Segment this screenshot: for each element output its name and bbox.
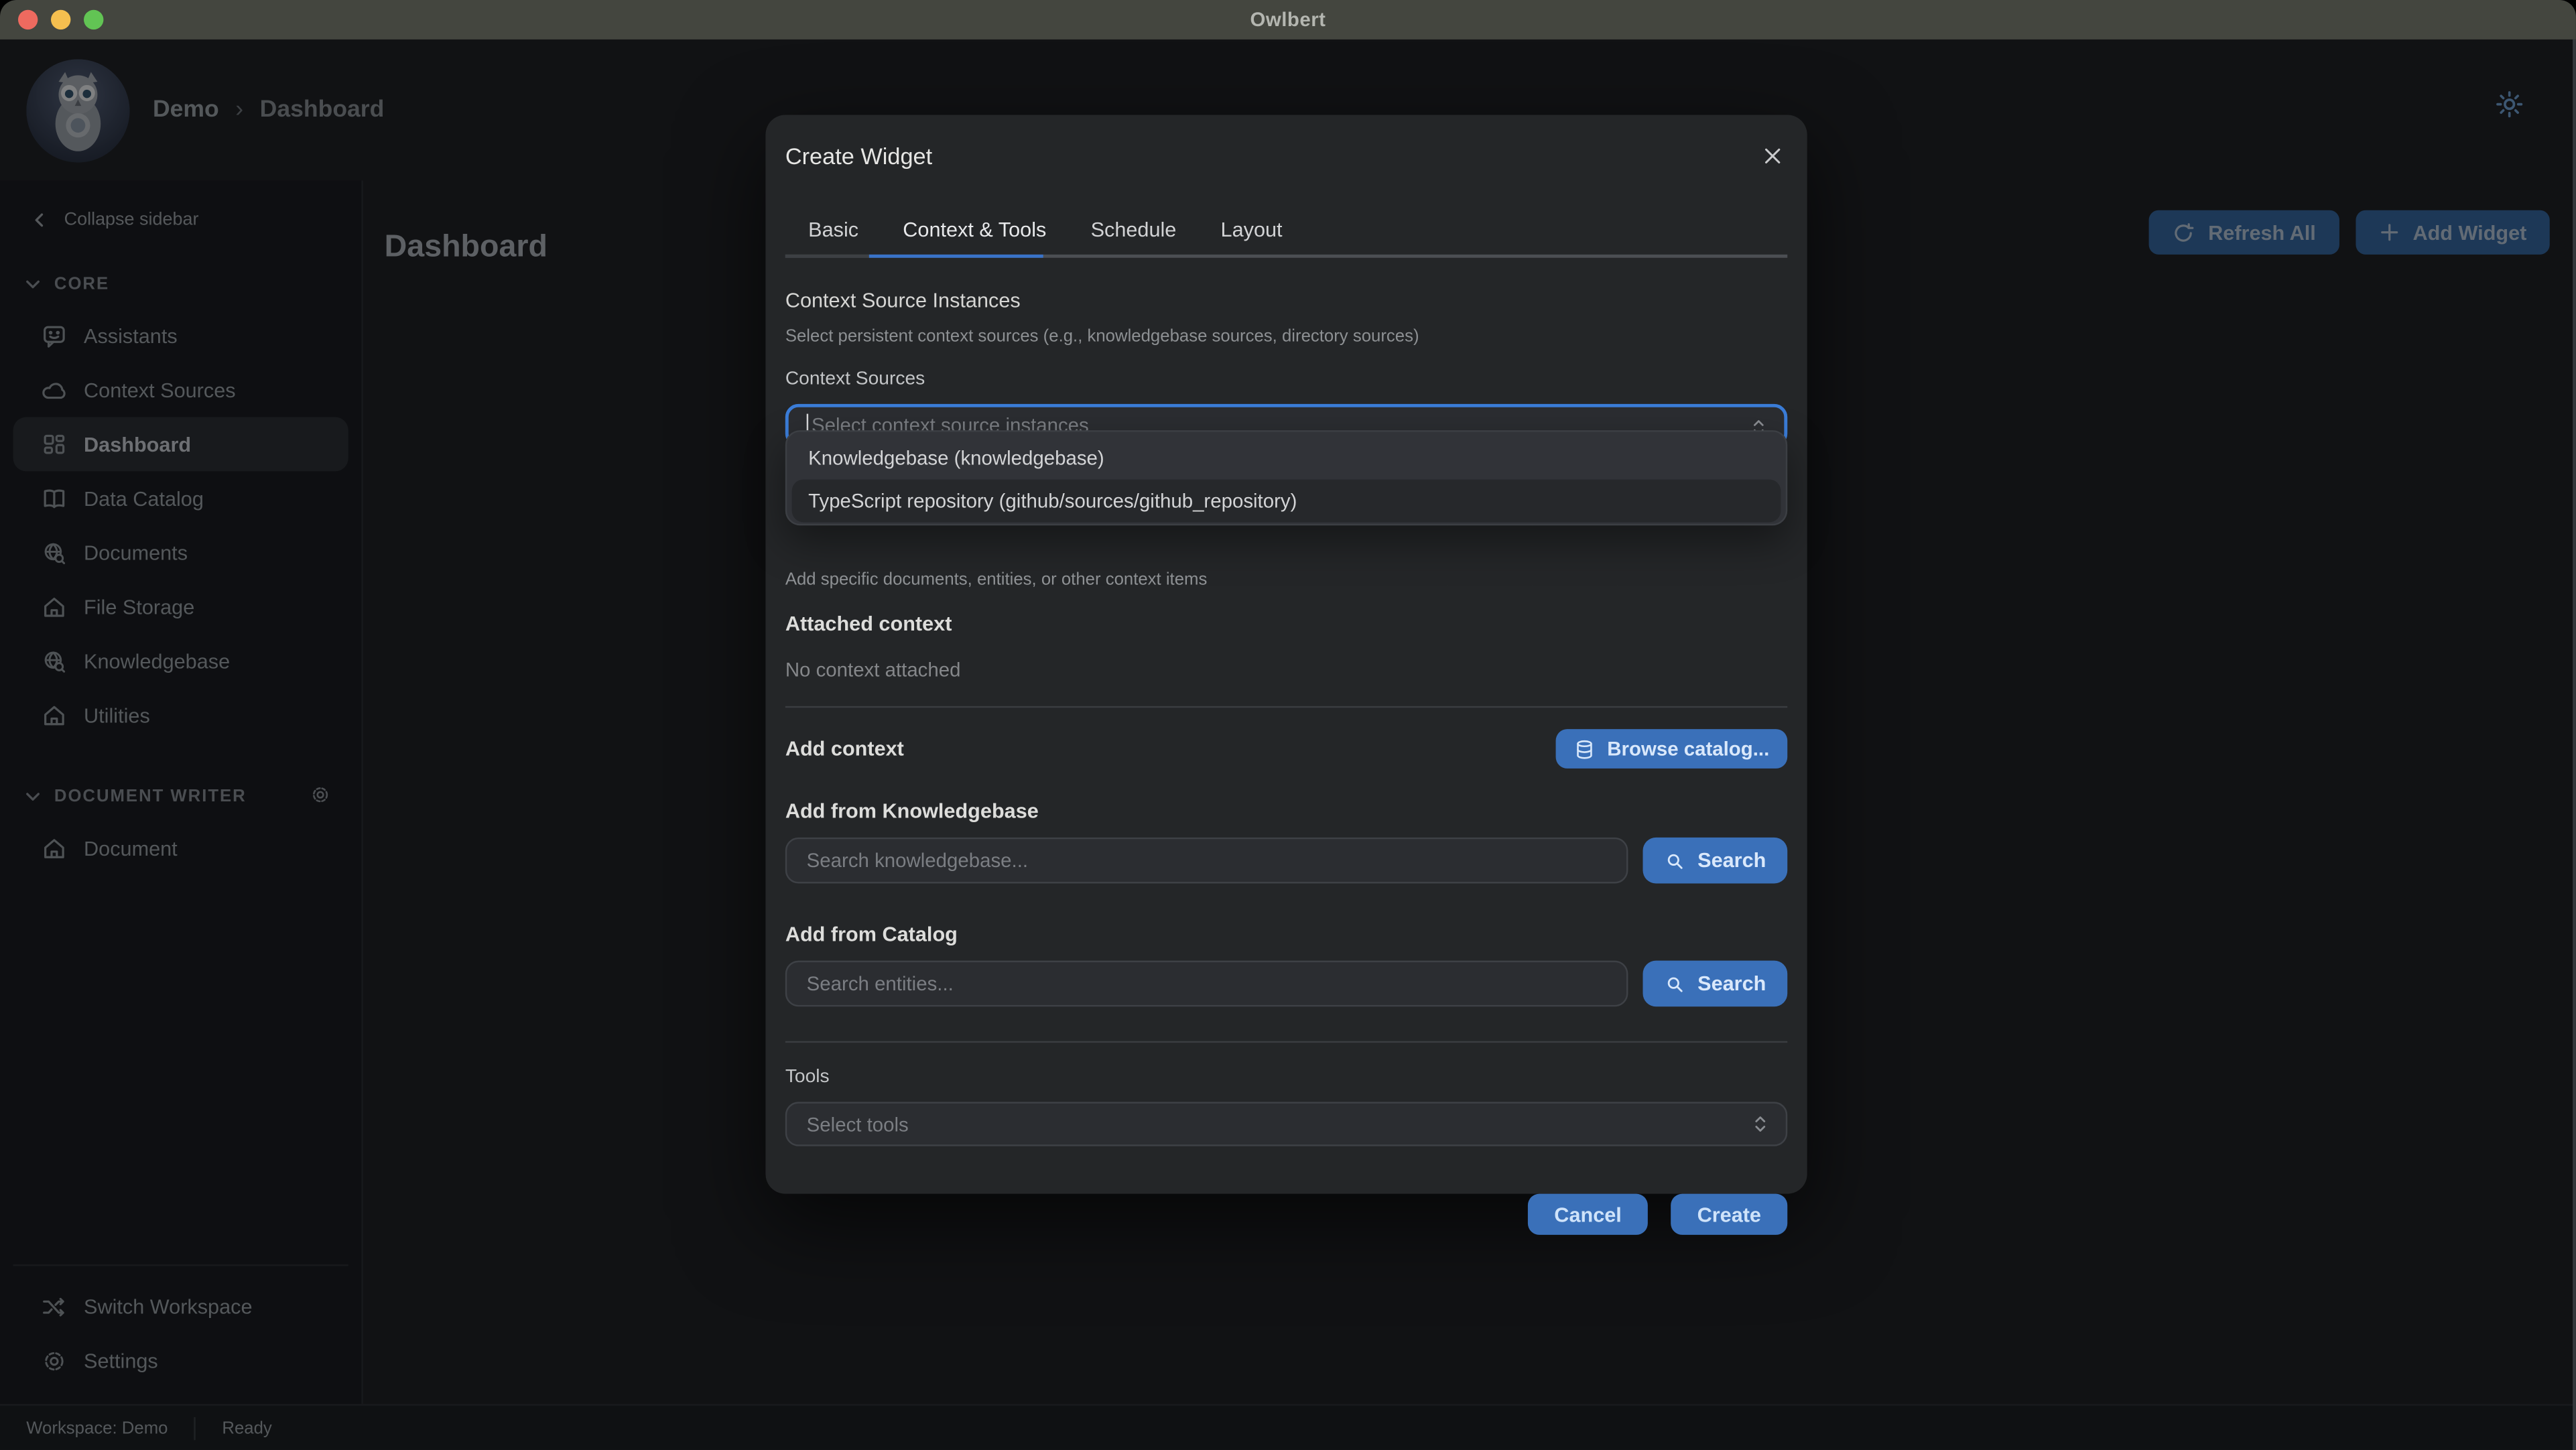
modal-tabs: Basic Context & Tools Schedule Layout — [785, 210, 1787, 250]
knowledgebase-search-button[interactable]: Search — [1643, 838, 1787, 884]
close-window-button[interactable] — [18, 10, 38, 29]
cancel-button[interactable]: Cancel — [1528, 1194, 1648, 1235]
tab-layout[interactable]: Layout — [1221, 218, 1283, 241]
catalog-search-input[interactable] — [785, 961, 1628, 1007]
active-tab-indicator — [869, 255, 1043, 258]
tab-schedule[interactable]: Schedule — [1091, 218, 1177, 241]
divider — [785, 706, 1787, 708]
dropdown-option-typescript-repository[interactable]: TypeScript repository (github/sources/gi… — [792, 480, 1781, 523]
create-widget-modal: Create Widget Basic Context & Tools Sche… — [765, 115, 1807, 1194]
search-icon — [1665, 850, 1686, 871]
no-context-attached-text: No context attached — [785, 659, 1787, 681]
add-from-knowledgebase-heading: Add from Knowledgebase — [785, 799, 1787, 822]
search-icon — [1665, 973, 1686, 994]
context-sources-dropdown: Knowledgebase (knowledgebase) TypeScript… — [785, 430, 1787, 525]
search-label: Search — [1697, 849, 1766, 872]
traffic-lights — [18, 10, 103, 29]
app-window: Owlbert — [0, 0, 2576, 1450]
minimize-window-button[interactable] — [51, 10, 70, 29]
tab-underline-track — [785, 255, 1787, 258]
titlebar: Owlbert — [0, 0, 2576, 40]
tools-select[interactable]: Select tools — [785, 1102, 1787, 1146]
browse-catalog-label: Browse catalog... — [1607, 737, 1769, 760]
context-sources-label: Context Sources — [785, 369, 1787, 389]
database-icon — [1574, 738, 1596, 760]
knowledgebase-search-input[interactable] — [785, 838, 1628, 884]
search-label: Search — [1697, 972, 1766, 995]
window-edge — [2573, 40, 2576, 1450]
tools-label: Tools — [785, 1067, 1787, 1087]
browse-catalog-button[interactable]: Browse catalog... — [1556, 729, 1787, 769]
tab-context-tools[interactable]: Context & Tools — [903, 218, 1046, 241]
context-source-instances-heading: Context Source Instances — [785, 289, 1787, 312]
add-context-heading: Add context — [785, 737, 904, 760]
window-title: Owlbert — [1250, 8, 1326, 31]
tools-placeholder: Select tools — [807, 1112, 909, 1135]
create-button[interactable]: Create — [1671, 1194, 1787, 1235]
chevron-updown-icon — [1750, 1112, 1771, 1136]
context-source-instances-description: Select persistent context sources (e.g.,… — [785, 327, 1787, 346]
catalog-search-button[interactable]: Search — [1643, 961, 1787, 1007]
add-from-catalog-heading: Add from Catalog — [785, 923, 1787, 945]
tab-basic[interactable]: Basic — [808, 218, 858, 241]
close-icon[interactable] — [1758, 141, 1787, 171]
dropdown-option-knowledgebase[interactable]: Knowledgebase (knowledgebase) — [792, 437, 1781, 480]
divider — [785, 1041, 1787, 1043]
modal-title: Create Widget — [785, 143, 932, 169]
zoom-window-button[interactable] — [84, 10, 103, 29]
attached-context-caption: Add specific documents, entities, or oth… — [785, 570, 1787, 589]
attached-context-heading: Attached context — [785, 612, 1787, 635]
